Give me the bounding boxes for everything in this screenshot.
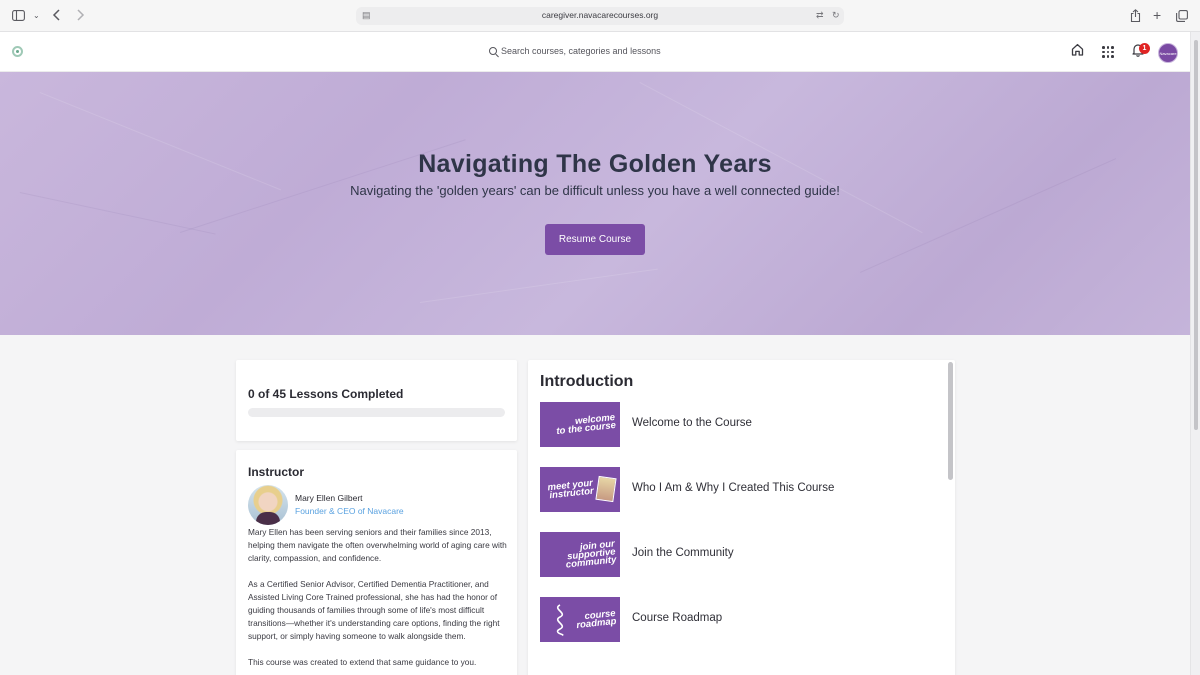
search-bar[interactable]: Search courses, categories and lessons bbox=[489, 46, 661, 56]
sidebar-toggle-icon[interactable] bbox=[12, 10, 25, 23]
browser-toolbar: ⌄ ▤ caregiver.navacarecourses.org ⇄ ↻ + bbox=[0, 0, 1200, 32]
search-placeholder: Search courses, categories and lessons bbox=[501, 46, 661, 56]
lesson-thumbnail: meet your instructor bbox=[540, 467, 620, 512]
lesson-title: Who I Am & Why I Created This Course bbox=[632, 482, 835, 494]
instructor-role: Founder & CEO of Navacare bbox=[295, 506, 404, 516]
thumbnail-text: roadmap bbox=[575, 615, 617, 631]
apps-grid-icon[interactable] bbox=[1102, 46, 1114, 58]
lesson-thumbnail: course roadmap bbox=[540, 597, 620, 642]
course-subtitle: Navigating the 'golden years' can be dif… bbox=[350, 183, 840, 198]
search-icon bbox=[489, 47, 497, 55]
page-scrollbar-thumb[interactable] bbox=[1194, 40, 1198, 430]
resume-course-button[interactable]: Resume Course bbox=[545, 224, 645, 255]
lesson-item-join-community[interactable]: join our supportive community Join the Com… bbox=[540, 532, 940, 577]
lesson-title: Welcome to the Course bbox=[632, 417, 752, 429]
navacare-logo[interactable] bbox=[12, 46, 23, 57]
user-avatar[interactable]: Navacare bbox=[1158, 43, 1178, 63]
course-title: Navigating The Golden Years bbox=[418, 150, 772, 178]
lesson-title: Course Roadmap bbox=[632, 612, 723, 624]
lesson-item-who-i-am[interactable]: meet your instructor Who I Am & Why I Cre… bbox=[540, 467, 940, 512]
lesson-title: Join the Community bbox=[632, 547, 734, 559]
course-hero-banner: Navigating The Golden Years Navigating t… bbox=[0, 72, 1190, 335]
instructor-card: Instructor Mary Ellen Gilbert Founder & … bbox=[236, 450, 517, 675]
roadmap-path-icon bbox=[556, 604, 564, 636]
introduction-section: Introduction welcome to the course Welcom… bbox=[528, 360, 955, 675]
translate-icon[interactable]: ⇄ bbox=[816, 10, 824, 21]
share-icon[interactable] bbox=[1130, 9, 1141, 24]
reload-icon[interactable]: ↻ bbox=[832, 10, 840, 21]
instructor-photo bbox=[248, 485, 288, 525]
paper-crease bbox=[420, 268, 658, 303]
new-tab-icon[interactable]: + bbox=[1153, 8, 1161, 22]
lessons-scrollbar-thumb[interactable] bbox=[948, 362, 953, 480]
home-icon[interactable] bbox=[1071, 43, 1084, 56]
progress-card: 0 of 45 Lessons Completed bbox=[236, 360, 517, 441]
instructor-bio: Mary Ellen has been serving seniors and … bbox=[248, 526, 510, 675]
lesson-thumbnail: welcome to the course bbox=[540, 402, 620, 447]
url-text: caregiver.navacarecourses.org bbox=[541, 10, 659, 20]
bio-paragraph: This course was created to extend that s… bbox=[248, 657, 477, 667]
tab-overview-icon[interactable] bbox=[1176, 10, 1188, 24]
section-title: Introduction bbox=[540, 373, 634, 390]
lesson-thumbnail: join our supportive community bbox=[540, 532, 620, 577]
page-scrollbar[interactable] bbox=[1190, 32, 1200, 675]
progress-bar bbox=[248, 408, 505, 417]
instructor-mini-photo bbox=[595, 475, 617, 503]
paper-crease bbox=[19, 192, 216, 235]
instructor-name: Mary Ellen Gilbert bbox=[295, 493, 363, 503]
back-icon[interactable] bbox=[52, 9, 62, 23]
chevron-down-icon[interactable]: ⌄ bbox=[33, 12, 40, 20]
thumbnail-text: instructor bbox=[548, 485, 594, 501]
lesson-item-roadmap[interactable]: course roadmap Course Roadmap bbox=[540, 597, 940, 642]
address-bar[interactable]: ▤ caregiver.navacarecourses.org ⇄ ↻ bbox=[356, 7, 844, 25]
notification-badge[interactable]: 1 bbox=[1139, 43, 1150, 54]
lessons-completed-text: 0 of 45 Lessons Completed bbox=[248, 387, 404, 401]
thumbnail-text: community bbox=[565, 553, 618, 571]
lesson-item-welcome[interactable]: welcome to the course Welcome to the Cour… bbox=[540, 402, 940, 447]
bio-paragraph: As a Certified Senior Advisor, Certified… bbox=[248, 579, 500, 641]
instructor-heading: Instructor bbox=[248, 465, 305, 479]
bio-paragraph: Mary Ellen has been serving seniors and … bbox=[248, 527, 507, 563]
app-header: Search courses, categories and lessons bbox=[0, 32, 1190, 72]
forward-icon[interactable] bbox=[75, 9, 85, 23]
